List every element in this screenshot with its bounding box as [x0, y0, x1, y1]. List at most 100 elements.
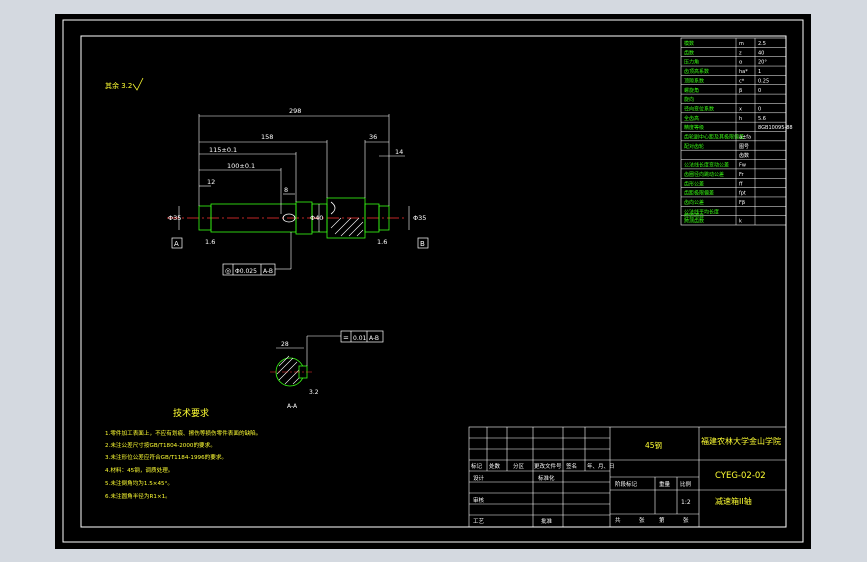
roughness-icon [132, 77, 144, 91]
tb-material: 45钢 [645, 440, 662, 450]
param-name: 齿距极限偏差 [684, 190, 714, 197]
tech-item-2: 2.未注公差尺寸按GB/T1804-2000的要求。 [105, 441, 216, 449]
param-name: 全齿高 [684, 115, 699, 122]
param-name: 齿轮副中心距及其极限偏差 [684, 134, 744, 141]
dim-dia-left: Φ35 [168, 214, 181, 222]
svg-text:签名: 签名 [566, 462, 577, 470]
section-view: 28 = 0.01 A-B 3.2 A-A [270, 330, 384, 410]
svg-text:张: 张 [639, 516, 645, 524]
param-value: 5.6 [758, 116, 766, 122]
section-tol-value: 0.01 [353, 335, 367, 342]
section-depth: 28 [281, 341, 289, 348]
param-name: 模数 [684, 40, 694, 47]
datum-a: A [174, 240, 179, 248]
param-value: 40 [758, 50, 764, 56]
cad-viewport[interactable]: 其余 3.2 298 158 36 115±0.1 14 100±0.1 12 … [55, 14, 811, 549]
svg-text:更改文件号: 更改文件号 [534, 462, 562, 470]
svg-text:比例: 比例 [680, 480, 692, 488]
param-value: 8GB10095-88 [758, 125, 793, 131]
tb-scale: 1:2 [681, 499, 691, 506]
svg-text:第: 第 [659, 516, 665, 524]
param-name: 公法线长度变动公差 [684, 162, 729, 169]
svg-text:重量: 重量 [659, 480, 671, 488]
svg-text:批准: 批准 [541, 517, 553, 525]
dim-158: 158 [261, 133, 273, 141]
param-symbol: h [739, 116, 742, 122]
tolerance-symbol: ◎ [225, 267, 231, 275]
param-name: 配对齿轮 [684, 143, 704, 150]
dim-36: 36 [369, 133, 377, 141]
tb-school: 福建农林大学金山学院 [701, 436, 781, 446]
tech-item-6: 6.未注圆角半径为R1×1。 [105, 492, 171, 500]
tech-requirements: 技术要求 1.零件加工表面上，不应有划痕、擦伤等损伤零件表面的缺陷。 2.未注公… [105, 407, 261, 500]
check-label: 检验项目 [684, 213, 704, 220]
param-symbol: fpt [739, 191, 746, 197]
svg-text:处数: 处数 [489, 462, 501, 470]
dim-12: 12 [207, 178, 215, 186]
dim-chamfer-left: 1.6 [205, 238, 215, 246]
dim-100: 100±0.1 [227, 162, 255, 170]
param-name: 齿形公差 [684, 180, 704, 187]
tech-item-4: 4.材料：45钢，调质处理。 [105, 466, 173, 474]
tech-item-3: 3.未注形位公差应符合GB/T1184-1996的要求。 [105, 453, 227, 461]
param-name: 齿数 [684, 49, 694, 56]
roughness-note: 其余 3.2 [105, 81, 132, 90]
dim-chamfer-right: 1.6 [377, 238, 387, 246]
tolerance-frame: ◎ Φ0.025 A-B [222, 232, 292, 276]
svg-text:分区: 分区 [513, 462, 525, 470]
param-name: 精度等级 [684, 124, 704, 131]
title-block-labels: 标记 处数 分区 更改文件号 签名 年、月、日 设计 标准化 审核 工艺 批准 … [471, 462, 692, 525]
svg-text:审核: 审核 [473, 496, 485, 504]
param-value: 0 [758, 106, 761, 112]
param-symbol: β [739, 88, 742, 94]
param-name: 齿向公差 [684, 199, 704, 206]
tolerance-value: Φ0.025 [235, 268, 257, 275]
param-name: 螺旋角 [684, 87, 699, 94]
param-value: 1 [758, 69, 761, 75]
svg-text:标准化: 标准化 [538, 474, 555, 482]
dim-overall: 298 [289, 107, 301, 115]
param-name: 齿顶高系数 [684, 68, 709, 75]
svg-text:工艺: 工艺 [473, 518, 485, 525]
section-tol-datum: A-B [369, 335, 379, 342]
param-symbol: x [739, 106, 742, 112]
param-symbol: z [739, 50, 742, 56]
param-name: 压力角 [684, 59, 699, 66]
tech-item-1: 1.零件加工表面上，不应有划痕、擦伤等损伤零件表面的缺陷。 [105, 429, 261, 437]
svg-text:设计: 设计 [473, 474, 485, 482]
param-symbol: ff [739, 181, 743, 187]
datum-b: B [420, 240, 425, 248]
param-value: 0 [758, 88, 761, 94]
dimension-lines [178, 114, 410, 232]
gear-hatch [330, 217, 364, 237]
tb-drawing-no: CYEG-02-02 [715, 471, 766, 481]
dim-dia-mid: Φ40 [310, 214, 323, 222]
section-label: A-A [287, 403, 298, 410]
dim-dia-right: Φ35 [413, 214, 426, 222]
tb-part-name: 减速箱II轴 [715, 496, 752, 506]
param-symbol: k [739, 219, 742, 225]
param-name: 齿圈径向跳动公差 [684, 171, 724, 178]
param-symbol: c* [739, 78, 745, 84]
param-symbol: a±fa [739, 135, 751, 141]
section-r: 3.2 [309, 389, 319, 396]
svg-text:年、月、日: 年、月、日 [587, 462, 615, 470]
param-symbol: Fβ [739, 200, 745, 206]
param-name: 径向变位系数 [684, 105, 714, 112]
svg-text:阶段标记: 阶段标记 [615, 480, 638, 488]
param-symbol: ha* [739, 69, 748, 75]
tolerance-datum: A-B [263, 268, 273, 275]
dim-keyway: 8 [284, 186, 288, 194]
param-name: 顶隙系数 [684, 77, 704, 84]
svg-text:共: 共 [615, 516, 621, 524]
param-symbol: 齿数 [739, 152, 749, 159]
section-tol-symbol: = [343, 334, 349, 342]
drawing-canvas: 其余 3.2 298 158 36 115±0.1 14 100±0.1 12 … [62, 19, 804, 543]
param-value: 2.5 [758, 41, 766, 47]
dim-115: 115±0.1 [209, 146, 237, 154]
svg-text:张: 张 [683, 516, 689, 524]
param-value: 20° [758, 60, 767, 66]
shaft-view [167, 197, 405, 239]
param-value: 0.25 [758, 78, 769, 84]
param-name: 旋向 [684, 96, 694, 103]
